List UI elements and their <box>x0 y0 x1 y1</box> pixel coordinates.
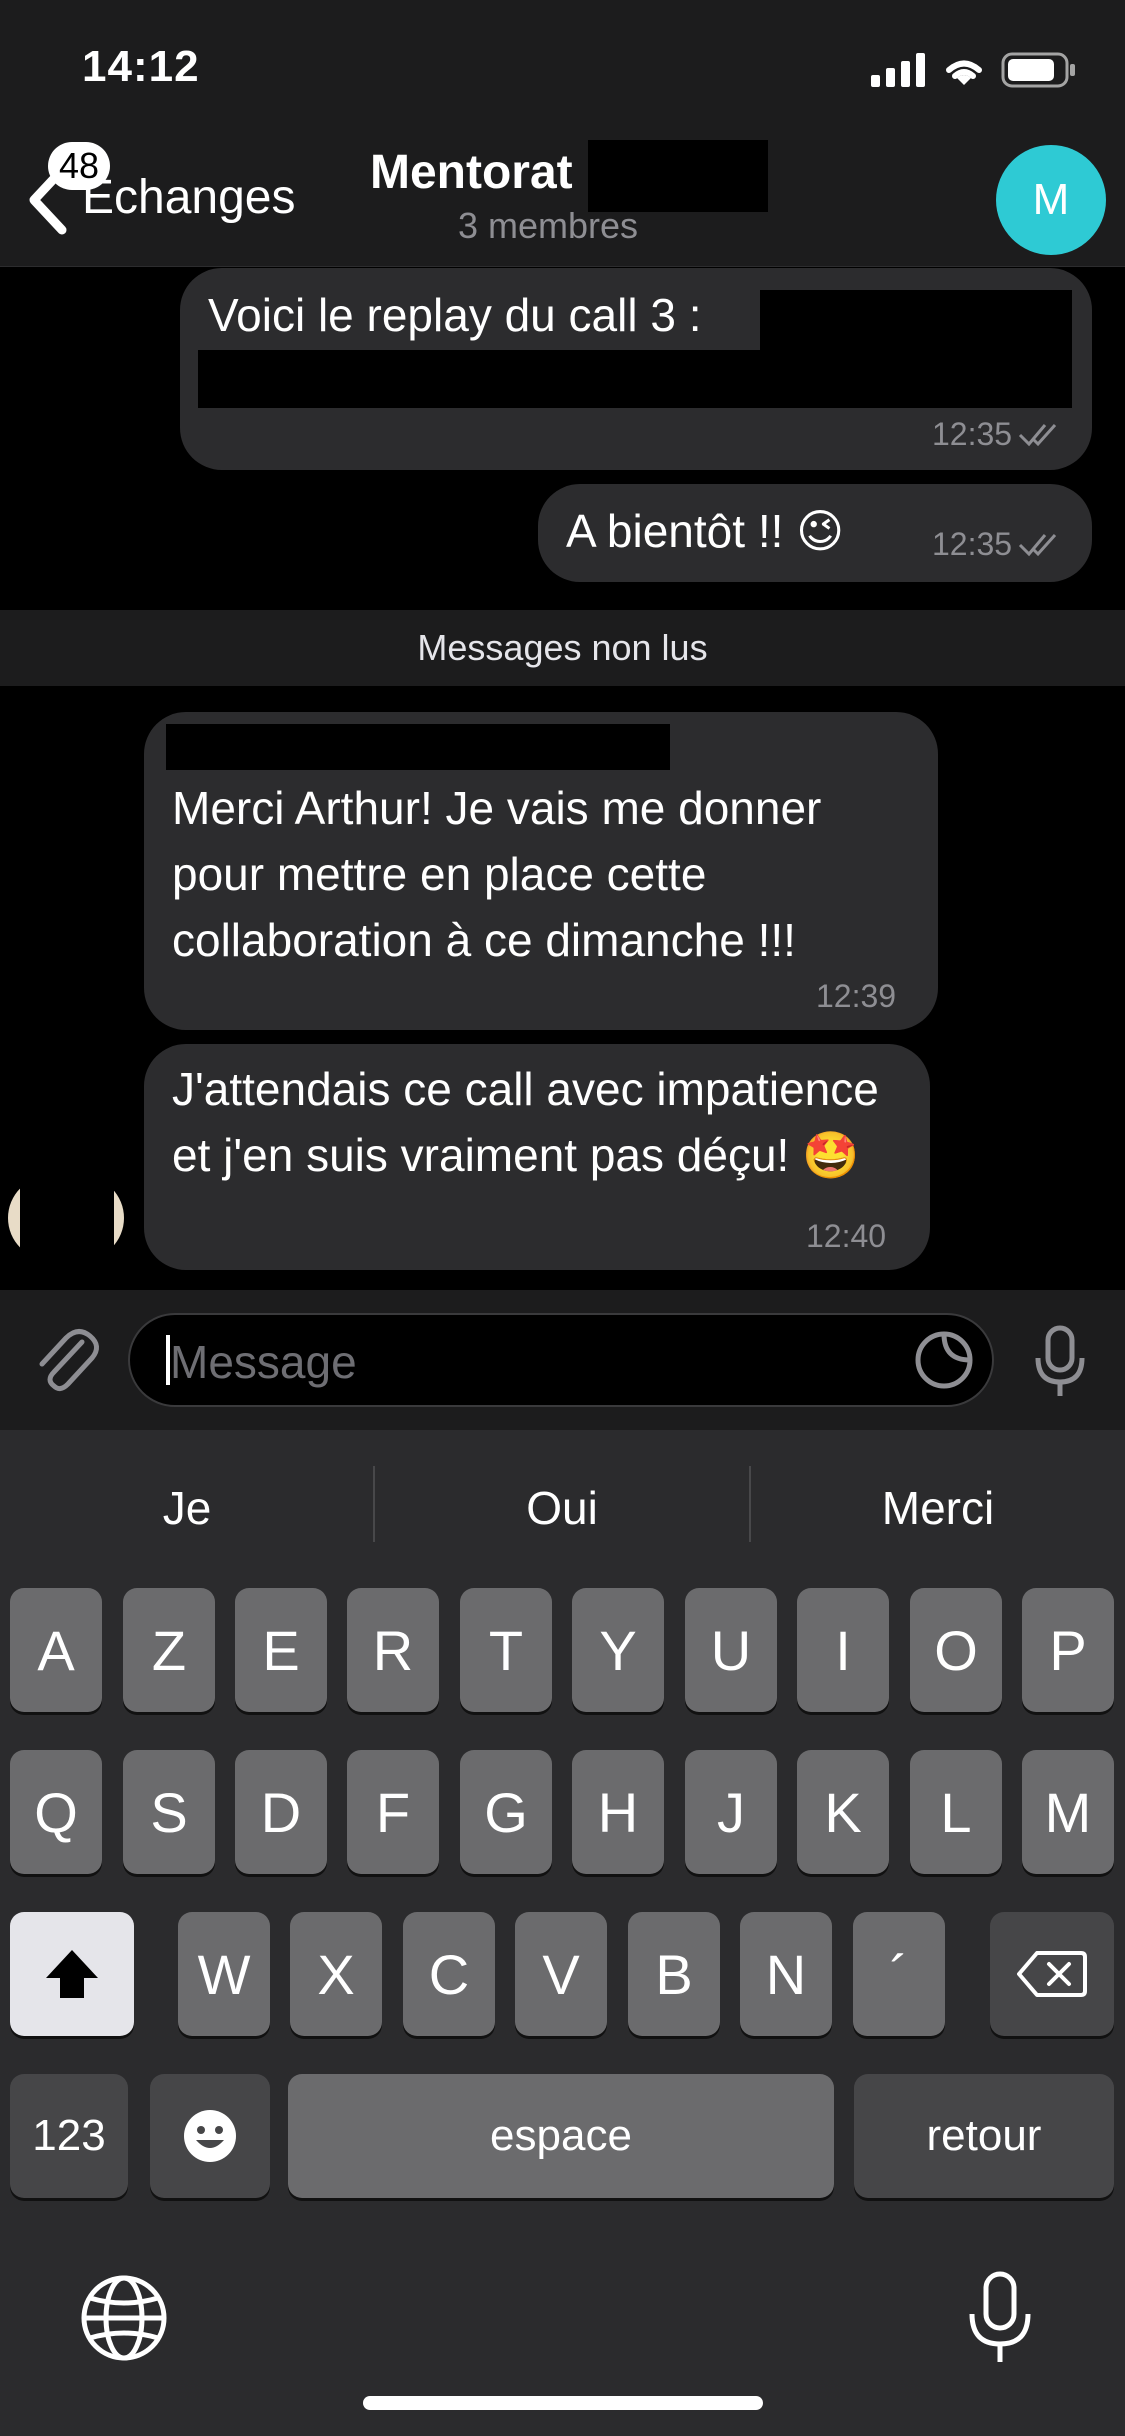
redacted-block <box>198 350 1072 408</box>
status-icons <box>871 50 1077 90</box>
read-checkmarks-icon <box>1019 423 1057 446</box>
sticker-icon[interactable] <box>912 1328 976 1392</box>
backspace-icon <box>1017 1951 1087 1997</box>
message-time: 12:35 <box>932 526 1013 562</box>
key[interactable]: ´ <box>853 1912 945 2036</box>
message-time: 12:40 <box>806 1218 887 1254</box>
key[interactable]: L <box>910 1750 1002 1874</box>
suggestion-item[interactable]: Merci <box>751 1458 1125 1558</box>
unread-count-badge: 48 <box>48 142 110 190</box>
suggestion-item[interactable]: Je <box>0 1458 374 1558</box>
key[interactable]: H <box>572 1750 664 1874</box>
key[interactable]: E <box>235 1588 327 1712</box>
member-count[interactable]: 3 membres <box>458 205 638 247</box>
key[interactable]: A <box>10 1588 102 1712</box>
group-avatar[interactable]: M <box>996 145 1106 255</box>
sender-avatar-redacted <box>20 1170 114 1266</box>
message-text: J'attendais ce call avec impatience et j… <box>172 1063 879 1181</box>
globe-icon[interactable] <box>78 2272 170 2364</box>
message-meta: 12:35 <box>932 526 1062 563</box>
message-text: A bientôt !! 😉 <box>566 505 845 557</box>
key[interactable]: J <box>685 1750 777 1874</box>
emoji-key[interactable] <box>150 2074 270 2198</box>
cellular-signal-icon <box>871 53 925 87</box>
key[interactable]: P <box>1022 1588 1114 1712</box>
message-text: Merci Arthur! Je vais me donner pour met… <box>172 782 822 966</box>
space-key[interactable]: espace <box>288 2074 834 2198</box>
read-checkmarks-icon <box>1019 533 1057 556</box>
key[interactable]: B <box>628 1912 720 2036</box>
paperclip-icon[interactable] <box>28 1322 104 1398</box>
message-meta: 12:35 <box>932 416 1062 453</box>
message-text: Voici le replay du call 3 : <box>208 289 702 341</box>
shift-key[interactable] <box>10 1912 134 2036</box>
status-time: 14:12 <box>82 42 200 91</box>
key[interactable]: S <box>123 1750 215 1874</box>
key[interactable]: K <box>797 1750 889 1874</box>
return-key[interactable]: retour <box>854 2074 1114 2198</box>
delete-key[interactable] <box>990 1912 1114 2036</box>
suggestion-item[interactable]: Oui <box>375 1458 749 1558</box>
dictation-microphone-icon[interactable] <box>962 2268 1038 2368</box>
key[interactable]: X <box>290 1912 382 2036</box>
key[interactable]: Q <box>10 1750 102 1874</box>
key[interactable]: M <box>1022 1750 1114 1874</box>
key[interactable]: Y <box>572 1588 664 1712</box>
key[interactable]: I <box>797 1588 889 1712</box>
redacted-block <box>588 140 768 212</box>
key[interactable]: G <box>460 1750 552 1874</box>
home-indicator <box>363 2396 763 2410</box>
numbers-key[interactable]: 123 <box>10 2074 128 2198</box>
message-time: 12:35 <box>932 416 1013 452</box>
wifi-icon <box>946 60 982 85</box>
key[interactable]: O <box>910 1588 1002 1712</box>
key[interactable]: Z <box>123 1588 215 1712</box>
key[interactable]: F <box>347 1750 439 1874</box>
unread-messages-divider: Messages non lus <box>0 610 1125 686</box>
key[interactable]: U <box>685 1588 777 1712</box>
redacted-sender-name <box>166 724 670 770</box>
chat-title[interactable]: Mentorat <box>370 145 573 200</box>
key[interactable]: T <box>460 1588 552 1712</box>
key[interactable]: R <box>347 1588 439 1712</box>
message-input-placeholder: Message <box>170 1336 357 1388</box>
key[interactable]: N <box>740 1912 832 2036</box>
text-caret <box>166 1335 170 1385</box>
emoji-icon <box>184 2110 236 2162</box>
key[interactable]: W <box>178 1912 270 2036</box>
back-button-label[interactable]: Échanges <box>82 170 296 225</box>
key[interactable]: D <box>235 1750 327 1874</box>
microphone-icon[interactable] <box>1030 1322 1090 1402</box>
key[interactable]: C <box>403 1912 495 2036</box>
message-time: 12:39 <box>816 978 897 1014</box>
shift-arrow-icon <box>46 1950 98 1998</box>
battery-icon <box>1001 52 1075 88</box>
key[interactable]: V <box>515 1912 607 2036</box>
redacted-block <box>760 290 1072 350</box>
